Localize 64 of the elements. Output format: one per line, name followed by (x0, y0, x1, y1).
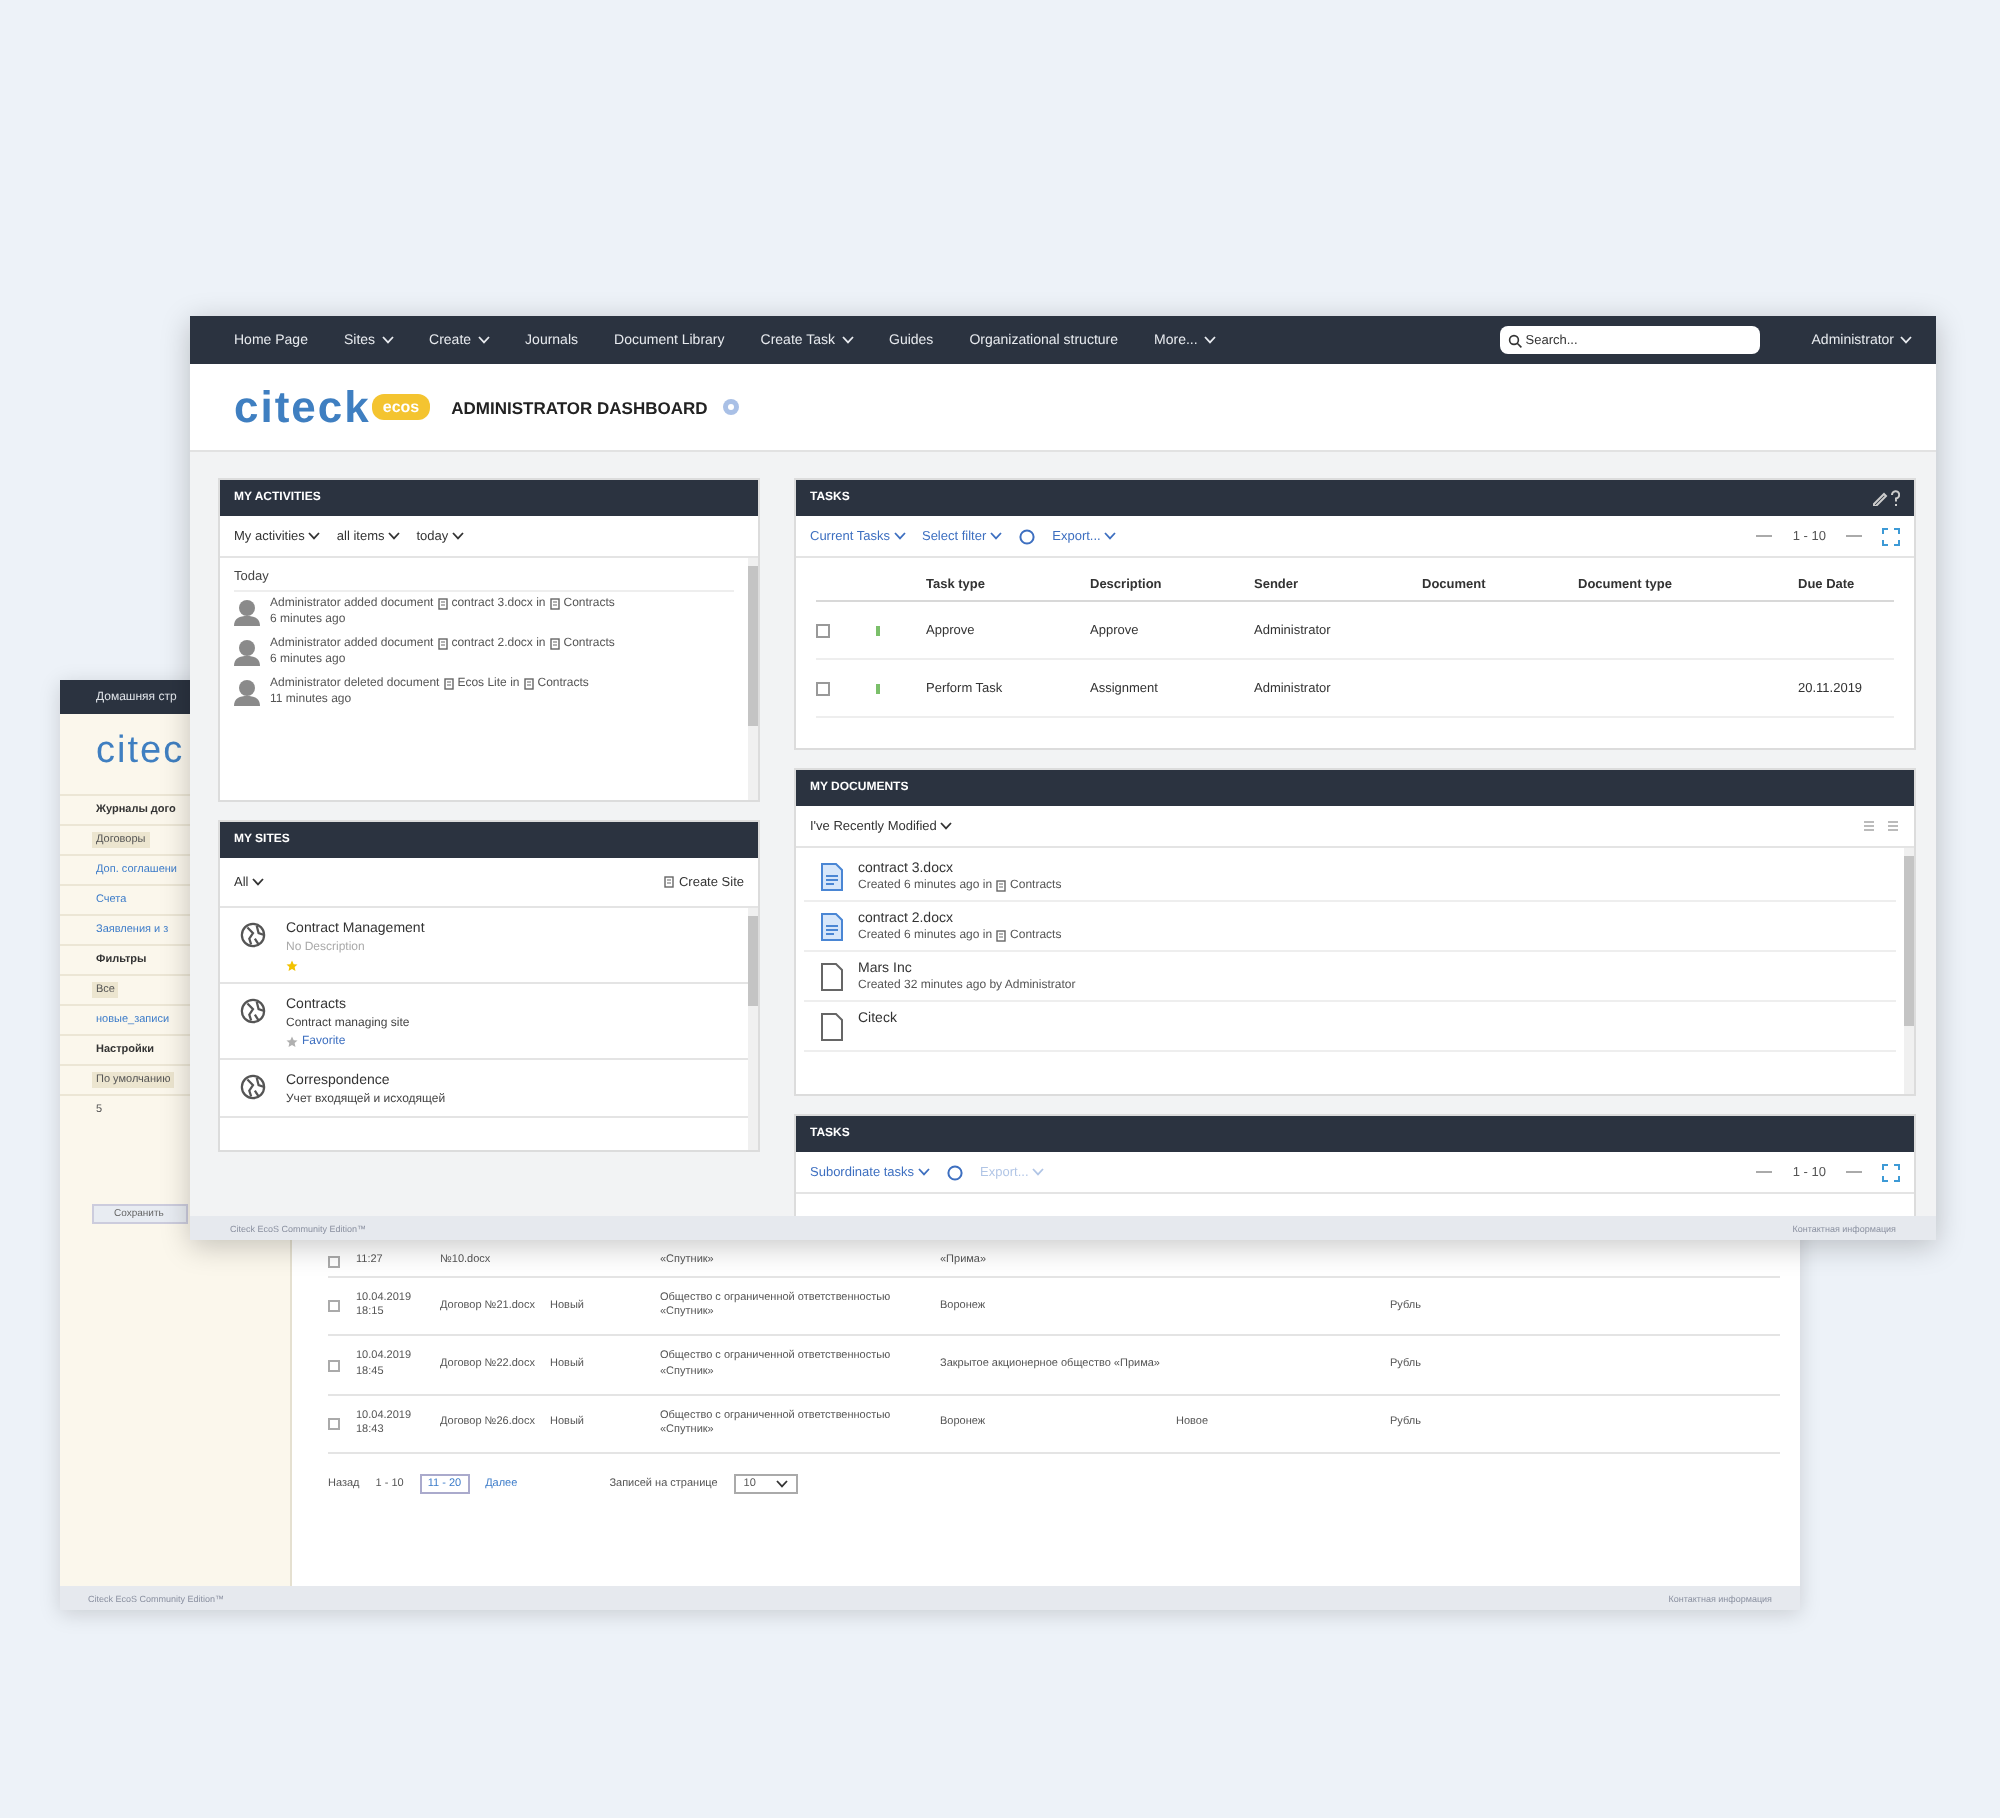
page-title: ADMINISTRATOR DASHBOARD (451, 397, 708, 417)
chevron-down-icon (1203, 336, 1216, 344)
previous-icon[interactable] (1756, 1168, 1773, 1176)
site-icon (996, 880, 1007, 892)
row-checkbox[interactable] (328, 1417, 340, 1430)
avatar-icon (234, 638, 260, 666)
globe-icon (240, 922, 266, 948)
chevron-down-icon (388, 532, 401, 540)
chevron-down-icon (1104, 532, 1117, 540)
priority-mark (876, 683, 880, 693)
star-icon[interactable] (286, 960, 298, 972)
chevron-down-icon (381, 336, 394, 344)
site-icon (523, 678, 534, 690)
avatar-icon (234, 678, 260, 706)
star-icon[interactable] (286, 1036, 298, 1048)
chevron-down-icon (1900, 336, 1912, 344)
row-checkbox[interactable] (328, 1359, 340, 1372)
refresh-icon[interactable] (1018, 527, 1037, 545)
next-icon[interactable] (1846, 532, 1862, 540)
document-icon (820, 912, 844, 942)
chevron-down-icon (452, 532, 465, 540)
row-checkbox[interactable] (328, 1255, 340, 1268)
globe-icon (240, 1074, 266, 1100)
site-icon (549, 638, 560, 650)
chevron-down-icon (841, 336, 853, 344)
document-icon (820, 862, 844, 892)
row-checkbox[interactable] (816, 623, 830, 637)
scrollbar[interactable] (748, 908, 758, 1150)
chevron-down-icon (1032, 1168, 1045, 1176)
site-icon (437, 638, 448, 650)
scrollbar[interactable] (748, 558, 758, 800)
previous-icon[interactable] (1756, 532, 1773, 540)
view-toggle-icon[interactable] (1864, 820, 1900, 832)
file-icon (820, 962, 844, 992)
site-icon (664, 876, 675, 888)
site-icon (437, 598, 448, 610)
chevron-down-icon (477, 336, 490, 344)
refresh-icon[interactable] (946, 1163, 965, 1181)
site-icon (443, 678, 454, 690)
settings-icon[interactable] (721, 398, 740, 416)
next-icon[interactable] (1846, 1168, 1862, 1176)
priority-mark (876, 625, 880, 635)
logo: citec (94, 728, 185, 776)
chevron-down-icon (775, 1480, 788, 1488)
chevron-down-icon (252, 878, 265, 886)
edit-icon[interactable] (1872, 490, 1900, 506)
row-checkbox[interactable] (816, 681, 830, 695)
search-icon (1507, 333, 1522, 347)
fullscreen-icon[interactable] (1882, 527, 1900, 545)
chevron-down-icon (308, 532, 321, 540)
scrollbar[interactable] (1904, 848, 1914, 1094)
avatar-icon (234, 598, 260, 626)
chevron-down-icon (918, 1168, 931, 1176)
chevron-down-icon (893, 532, 906, 540)
logo-badge: ecos (372, 394, 430, 420)
site-icon (996, 930, 1007, 942)
site-icon (549, 598, 560, 610)
row-checkbox[interactable] (328, 1300, 340, 1313)
logo: citeck (234, 381, 371, 433)
globe-icon (240, 998, 266, 1024)
fullscreen-icon[interactable] (1882, 1163, 1900, 1181)
chevron-down-icon (940, 822, 953, 830)
file-icon (820, 1012, 844, 1042)
chevron-down-icon (990, 532, 1003, 540)
